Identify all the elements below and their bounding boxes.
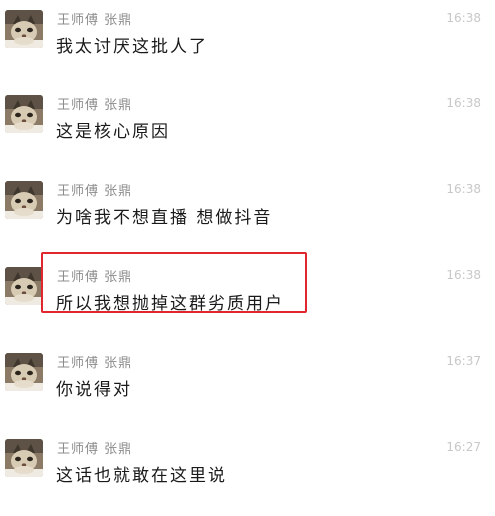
- message-text: 我太讨厌这批人了: [56, 37, 208, 57]
- sender-name: 王师傅 张鼎: [57, 356, 133, 371]
- cat-avatar-icon: [5, 439, 43, 477]
- avatar[interactable]: [5, 10, 43, 48]
- cat-avatar-icon: [5, 10, 43, 48]
- message-time: 16:38: [446, 268, 481, 282]
- chat-message[interactable]: 王师傅 张鼎 16:38 我太讨厌这批人了: [0, 3, 495, 87]
- message-text: 这是核心原因: [56, 122, 170, 142]
- avatar[interactable]: [5, 267, 43, 305]
- chat-message[interactable]: 王师傅 张鼎 16:38 为啥我不想直播 想做抖音: [0, 174, 495, 258]
- cat-avatar-icon: [5, 95, 43, 133]
- message-text: 你说得对: [56, 380, 132, 400]
- sender-name: 王师傅 张鼎: [57, 13, 133, 28]
- sender-name: 王师傅 张鼎: [57, 98, 133, 113]
- message-time: 16:37: [446, 354, 481, 368]
- message-text: 这话也就敢在这里说: [56, 466, 227, 486]
- avatar[interactable]: [5, 353, 43, 391]
- sender-name: 王师傅 张鼎: [57, 184, 133, 199]
- avatar[interactable]: [5, 181, 43, 219]
- chat-message-list: 王师傅 张鼎 16:38 我太讨厌这批人了 王师傅 张鼎 16:38 这是核心原…: [0, 0, 495, 500]
- cat-avatar-icon: [5, 267, 43, 305]
- message-time: 16:38: [446, 182, 481, 196]
- message-text: 为啥我不想直播 想做抖音: [56, 208, 273, 228]
- avatar[interactable]: [5, 439, 43, 477]
- cat-avatar-icon: [5, 353, 43, 391]
- message-time: 16:27: [446, 440, 481, 454]
- message-time: 16:38: [446, 11, 481, 25]
- sender-name: 王师傅 张鼎: [57, 442, 133, 457]
- chat-message[interactable]: 王师傅 张鼎 16:38 这是核心原因: [0, 88, 495, 172]
- cat-avatar-icon: [5, 181, 43, 219]
- highlight-box: [41, 252, 307, 313]
- chat-message[interactable]: 王师傅 张鼎 16:27 这话也就敢在这里说: [0, 432, 495, 516]
- message-time: 16:38: [446, 96, 481, 110]
- avatar[interactable]: [5, 95, 43, 133]
- chat-message[interactable]: 王师傅 张鼎 16:37 你说得对: [0, 346, 495, 430]
